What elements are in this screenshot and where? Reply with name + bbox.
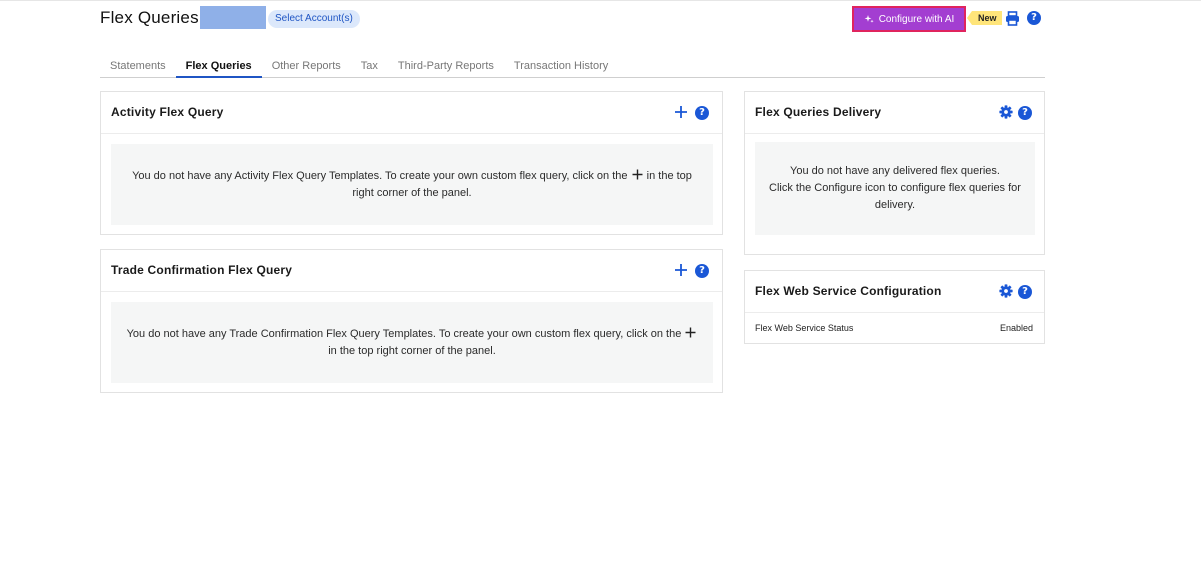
tab-other-reports[interactable]: Other Reports (262, 55, 351, 77)
panel-header: Flex Queries Delivery ? (745, 92, 1044, 134)
empty-text-before: You do not have any Activity Flex Query … (132, 169, 628, 182)
empty-state-message: You do not have any delivered flex queri… (755, 142, 1035, 235)
help-icon[interactable]: ? (1018, 285, 1032, 299)
panel-header: Flex Web Service Configuration ? (745, 271, 1044, 313)
help-icon[interactable]: ? (1018, 106, 1032, 120)
gear-icon[interactable] (999, 284, 1013, 298)
web-service-status-row: Flex Web Service Status Enabled (745, 312, 1044, 345)
flex-web-service-panel: Flex Web Service Configuration ? Flex We… (744, 270, 1045, 344)
top-divider (0, 0, 1201, 1)
help-icon[interactable]: ? (695, 264, 709, 278)
empty-text-line2: Click the Configure icon to configure fl… (769, 182, 1021, 211)
empty-text-after: in the top right corner of the panel. (328, 344, 496, 357)
select-account-button[interactable]: Select Account(s) (268, 10, 360, 28)
tab-flex-queries[interactable]: Flex Queries (175, 55, 262, 78)
sparkle-icon (864, 15, 874, 23)
status-label: Flex Web Service Status (755, 323, 854, 333)
panel-header: Activity Flex Query ? (101, 92, 722, 134)
tab-transaction-history[interactable]: Transaction History (504, 55, 618, 77)
panel-header: Trade Confirmation Flex Query ? (101, 250, 722, 292)
page-title: Flex Queries (100, 8, 199, 27)
empty-state-message: You do not have any Activity Flex Query … (111, 144, 713, 225)
plus-icon (632, 169, 643, 179)
tab-third-party-reports[interactable]: Third-Party Reports (388, 55, 504, 77)
account-id-mask (200, 6, 266, 29)
empty-text-line1: You do not have any delivered flex queri… (790, 165, 1000, 177)
new-badge: New (967, 11, 1002, 25)
configure-with-ai-label: Configure with AI (878, 13, 955, 25)
tab-statements[interactable]: Statements (100, 55, 176, 77)
add-plus-icon[interactable] (674, 105, 688, 119)
panel-title: Flex Web Service Configuration (755, 284, 942, 298)
activity-flex-query-panel: Activity Flex Query ? You do not have an… (100, 91, 723, 235)
flex-queries-delivery-panel: Flex Queries Delivery ? You do not have … (744, 91, 1045, 255)
configure-with-ai-button[interactable]: Configure with AI (852, 6, 966, 32)
print-icon[interactable] (1005, 11, 1020, 26)
page-help-icon[interactable]: ? (1027, 11, 1041, 25)
gear-icon[interactable] (999, 105, 1013, 119)
help-icon[interactable]: ? (695, 106, 709, 120)
report-tabs: Statements Flex Queries Other Reports Ta… (100, 55, 1045, 78)
trade-confirmation-flex-query-panel: Trade Confirmation Flex Query ? You do n… (100, 249, 723, 393)
panel-title: Flex Queries Delivery (755, 105, 882, 119)
tab-tax[interactable]: Tax (351, 55, 388, 77)
empty-state-message: You do not have any Trade Confirmation F… (111, 302, 713, 383)
plus-icon (685, 327, 696, 337)
status-value: Enabled (999, 323, 1033, 333)
add-plus-icon[interactable] (674, 263, 688, 277)
panel-title: Activity Flex Query (111, 105, 224, 119)
empty-text-before: You do not have any Trade Confirmation F… (126, 327, 682, 340)
panel-title: Trade Confirmation Flex Query (111, 263, 293, 277)
